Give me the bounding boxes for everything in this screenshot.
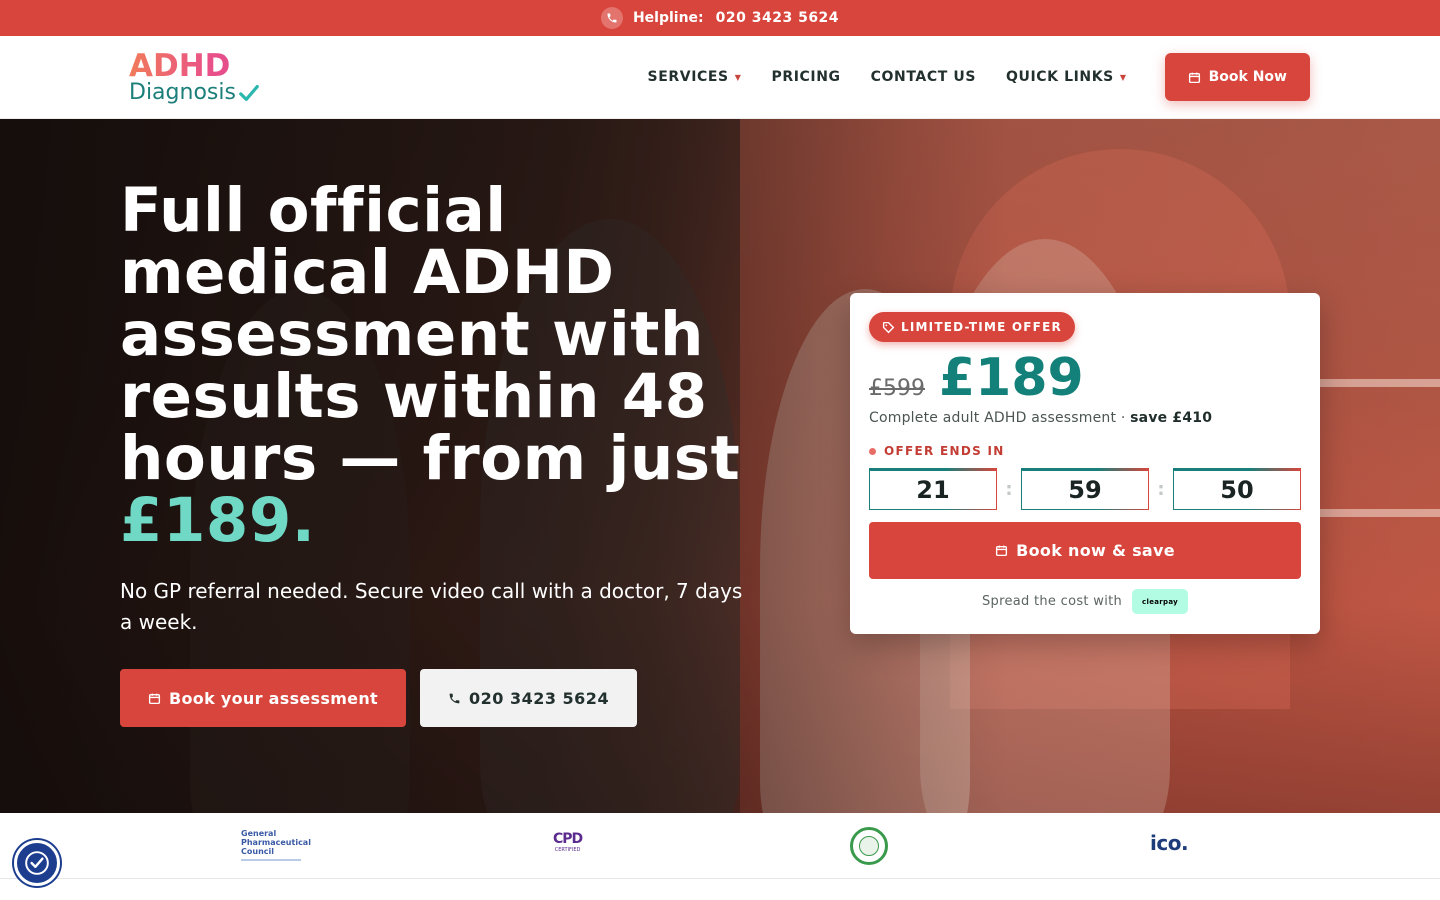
old-price: £599 (869, 376, 925, 401)
caret-down-icon: ▼ (734, 72, 742, 82)
timer-hours: 21 (869, 468, 997, 510)
call-phone-button[interactable]: 020 3423 5624 (419, 669, 638, 727)
logo-text-adhd: ADHD (129, 50, 269, 82)
clearpay-logo[interactable]: clearpay (1132, 589, 1189, 614)
helpline-label: Helpline: (632, 10, 704, 26)
helpline-bar: Helpline: 020 3423 5624 (0, 0, 1440, 36)
tag-icon (882, 321, 895, 333)
logo-text-diagnosis: Diagnosis (129, 79, 269, 105)
hero-actions: Book your assessment 020 3423 5624 (120, 669, 638, 727)
phone-icon (600, 7, 623, 29)
timer-separator: : (1005, 478, 1013, 500)
nav-item-quick-links[interactable]: QUICK LINKS ▼ (1006, 69, 1127, 85)
spread-cost-label: Spread the cost with (981, 594, 1123, 609)
main-nav: SERVICES ▼ PRICING CONTACT US QUICK LINK… (648, 53, 1310, 101)
logo-text-diagnosis-label: Diagnosis (129, 79, 236, 105)
cpd-logo-sub: CERTIFIED (554, 847, 581, 853)
offer-saving: save £410 (1130, 410, 1213, 426)
nav-item-contact-us[interactable]: CONTACT US (871, 69, 976, 85)
offer-description: Complete adult ADHD assessment · save £4… (869, 410, 1301, 426)
calendar-icon (1188, 72, 1200, 83)
offer-ends-label: OFFER ENDS IN (869, 444, 1301, 458)
accreditation-seal-logo (850, 827, 888, 865)
accessibility-button[interactable] (14, 840, 60, 886)
check-icon (239, 84, 259, 101)
nav-item-label: QUICK LINKS (1006, 69, 1114, 85)
caret-down-icon: ▼ (1119, 72, 1127, 82)
book-now-save-button[interactable]: Book now & save (869, 522, 1301, 579)
nav-item-label: CONTACT US (870, 69, 976, 85)
site-logo[interactable]: ADHD Diagnosis (129, 50, 269, 105)
offer-description-text: Complete adult ADHD assessment · (869, 410, 1131, 426)
ico-logo-text: ico. (1150, 831, 1189, 855)
accessibility-icon (25, 851, 49, 875)
gpc-logo-line: Pharmaceutical (241, 838, 311, 847)
ico-logo: ico. (1150, 831, 1189, 855)
helpline-number-link[interactable]: 020 3423 5624 (716, 10, 839, 26)
hero-title-price: £189. (120, 485, 316, 556)
hero-title: Full official medical ADHD assessment wi… (120, 180, 760, 552)
offer-card: LIMITED-TIME OFFER £599 £189 Complete ad… (850, 293, 1320, 634)
gpc-logo: General Pharmaceutical Council (241, 829, 311, 861)
hero-content: Full official medical ADHD assessment wi… (120, 180, 760, 638)
spread-cost-row: Spread the cost with clearpay (869, 589, 1301, 614)
limited-offer-label: LIMITED-TIME OFFER (901, 320, 1062, 334)
offer-ends-text: OFFER ENDS IN (884, 444, 1005, 458)
book-now-label: Book Now (1208, 69, 1287, 85)
price-row: £599 £189 (869, 352, 1301, 404)
seal-inner (859, 836, 879, 856)
timer-separator: : (1157, 478, 1165, 500)
cpd-certified-logo: CPD CERTIFIED (553, 831, 583, 853)
hero-subtitle: No GP referral needed. Secure video call… (120, 579, 743, 634)
phone-icon (449, 693, 460, 703)
pulse-dot-icon (869, 447, 876, 455)
book-assessment-button[interactable]: Book your assessment (120, 669, 406, 727)
cpd-logo-mark: CPD (553, 831, 583, 847)
site-header: ADHD Diagnosis SERVICES ▼ PRICING CONTAC… (0, 36, 1440, 119)
gpc-logo-underline (241, 859, 301, 861)
book-now-button[interactable]: Book Now (1164, 53, 1310, 101)
timer-minutes: 59 (1021, 468, 1149, 510)
nav-item-label: SERVICES (647, 69, 729, 85)
calendar-icon (148, 693, 161, 704)
calendar-icon (996, 545, 1008, 557)
gpc-logo-line: General (241, 829, 277, 838)
call-phone-label: 020 3423 5624 (468, 688, 610, 708)
book-now-save-label: Book now & save (1016, 541, 1175, 560)
limited-offer-badge: LIMITED-TIME OFFER (869, 312, 1075, 342)
book-assessment-label: Book your assessment (169, 688, 378, 708)
new-price: £189 (939, 348, 1084, 408)
timer-seconds: 50 (1173, 468, 1301, 510)
countdown-timer: 21 : 59 : 50 (869, 468, 1301, 510)
nav-item-services[interactable]: SERVICES ▼ (648, 69, 742, 85)
gpc-logo-line: Council (241, 847, 274, 856)
hero-title-text: Full official medical ADHD assessment wi… (120, 175, 741, 494)
nav-item-label: PRICING (771, 69, 841, 85)
trust-logos-strip: General Pharmaceutical Council CPD CERTI… (0, 813, 1440, 879)
nav-item-pricing[interactable]: PRICING (772, 69, 841, 85)
